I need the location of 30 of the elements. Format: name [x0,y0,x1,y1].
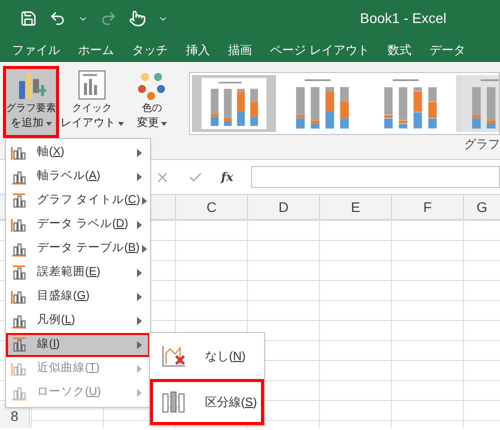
menu-item[interactable]: 誤差範囲(E) [6,261,150,285]
column-header[interactable]: C [175,195,247,219]
menu-item[interactable]: 目盛線(G) [6,285,150,309]
window-title: Book1 - Excel [360,9,446,28]
menu-item[interactable]: 軸(X) [6,141,150,165]
menu-item[interactable]: 区分線(S) [150,379,264,425]
ribbon-tab[interactable]: 描画 [228,40,252,58]
ribbon-tab[interactable]: 挿入 [186,40,210,58]
ribbon-tab[interactable]: 数式 [387,40,412,58]
menu-item[interactable]: なし(N) [150,333,264,379]
ribbon-button[interactable]: 色の 変更 [125,66,179,138]
ribbon-button[interactable]: クイック レイアウト [63,66,121,138]
menu-item[interactable]: 凡例(L) [6,309,150,333]
column-header[interactable]: D [247,195,319,219]
ribbon-tab[interactable]: ホーム [78,40,114,58]
menu-item[interactable]: データ テーブル(B) [6,237,150,261]
menu-item[interactable]: データ ラベル(D) [6,213,150,237]
ribbon-button[interactable]: グラフ要素 を追加 [3,66,59,138]
ribbon-tab[interactable]: ページ レイアウト [270,40,370,58]
column-header[interactable]: F [391,195,463,219]
menu-item[interactable]: グラフ タイトル(C) [6,189,150,213]
menu-item[interactable]: 軸ラベル(A) [6,165,150,189]
group-label: グラフ [464,136,500,153]
ribbon-tab[interactable]: タッチ [132,40,168,58]
function-button[interactable]: fx [221,168,234,186]
column-header[interactable]: E [319,195,391,219]
ribbon-tab[interactable]: データ [429,40,466,58]
ribbon-tab[interactable]: ファイル [12,40,60,58]
column-header[interactable]: G [463,195,500,219]
menu-item[interactable]: 線(I) [6,333,150,357]
